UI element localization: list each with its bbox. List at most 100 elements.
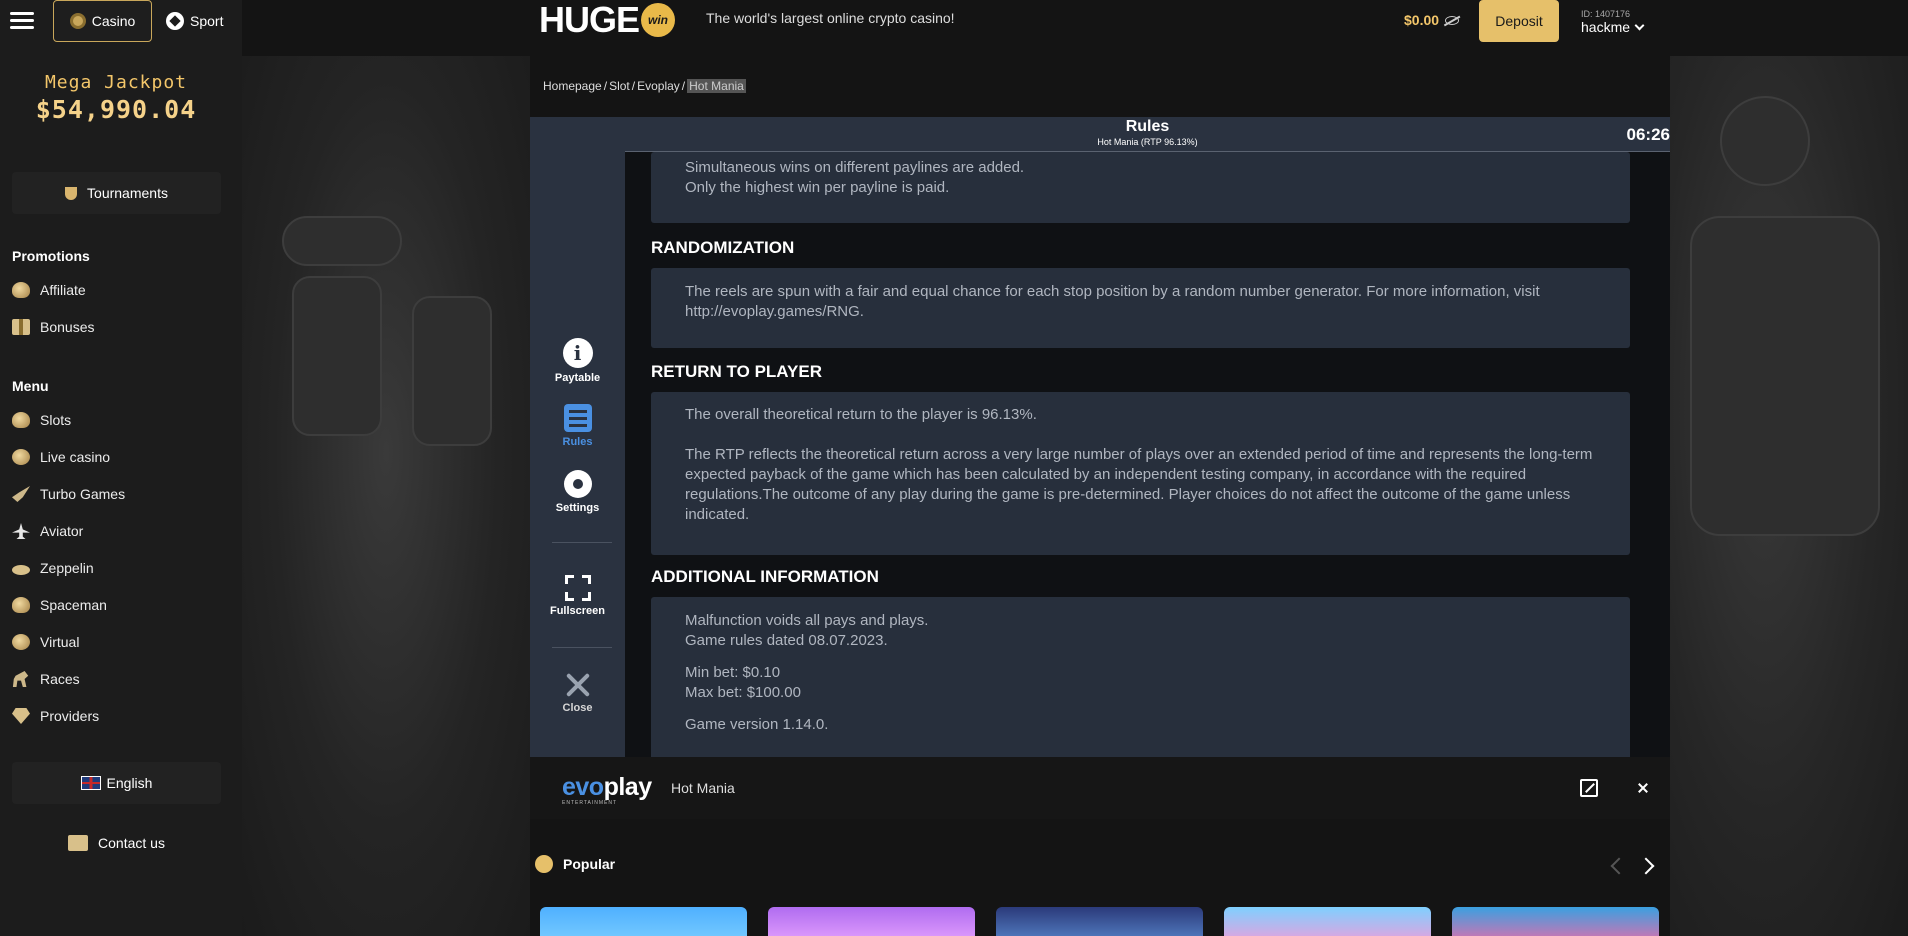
game-card[interactable] (1452, 907, 1659, 936)
fullscreen-toggle-icon[interactable] (1632, 778, 1652, 798)
sidebar-item-bonuses[interactable]: Bonuses (12, 316, 94, 338)
casino-tab-button[interactable]: Casino (53, 0, 152, 42)
user-menu[interactable]: hackme (1581, 19, 1645, 35)
rules-text: Max bet: $100.00 (685, 684, 801, 701)
breadcrumb-current: Hot Mania (687, 79, 746, 93)
trophy-icon (65, 186, 78, 200)
section-title-rtp: RETURN TO PLAYER (651, 362, 822, 381)
fullscreen-label: Fullscreen (549, 605, 606, 617)
gear-icon (563, 470, 592, 498)
rules-label: Rules (562, 436, 593, 448)
rules-text: Only the highest win per payline is paid… (685, 179, 950, 196)
rules-box-paylines: Simultaneous wins on different paylines … (651, 152, 1630, 223)
rules-text: Simultaneous wins on different paylines … (685, 159, 1025, 176)
info-icon: i (562, 338, 593, 368)
sidebar-item-label: Zeppelin (40, 560, 94, 576)
expand-icon[interactable] (1579, 778, 1599, 798)
deposit-button[interactable]: Deposit (1479, 0, 1559, 42)
rules-text: Game rules dated 08.07.2023. (685, 632, 888, 649)
sidebar-item-races[interactable]: Races (12, 668, 80, 690)
rules-subtitle: Hot Mania (RTP 96.13%) (1097, 137, 1198, 147)
background-slot-art-left (242, 56, 530, 936)
section-title-randomization: RANDOMIZATION (651, 238, 795, 257)
sidebar-item-label: Providers (40, 708, 100, 724)
game-card[interactable] (768, 907, 975, 936)
rocket-icon (12, 486, 30, 502)
spaceman-icon (12, 597, 30, 613)
mail-icon (68, 835, 89, 851)
settings-label: Settings (555, 502, 600, 514)
mega-jackpot: Mega Jackpot $54,990.04 (0, 72, 232, 124)
sidebar-item-live-casino[interactable]: Live casino (12, 446, 110, 468)
carousel-prev-icon[interactable] (1610, 857, 1628, 875)
game-name: Hot Mania (671, 780, 735, 796)
divider (552, 647, 612, 648)
section-title-additional: ADDITIONAL INFORMATION (651, 567, 879, 586)
sidebar-item-aviator[interactable]: Aviator (12, 520, 83, 542)
tournaments-button[interactable]: Tournaments (12, 172, 221, 214)
game-card[interactable] (996, 907, 1203, 936)
sidebar-item-label: Races (40, 671, 80, 687)
gift-icon (12, 319, 30, 335)
rules-title: Rules (1125, 118, 1170, 135)
contact-us-button[interactable]: Contact us (12, 825, 221, 861)
breadcrumb-slot[interactable]: Slot (609, 79, 630, 93)
jackpot-value: $54,990.04 (35, 95, 197, 124)
huge-win-logo[interactable]: HUGE win (539, 0, 676, 40)
breadcrumb-evoplay[interactable]: Evoplay (637, 79, 680, 93)
paytable-button[interactable]: i Paytable (530, 338, 625, 384)
user-id: ID: 1407176 (1581, 9, 1631, 19)
affiliate-icon (12, 282, 30, 298)
breadcrumb: Homepage / Slot / Evoplay / Hot Mania (543, 79, 746, 93)
carousel-next-icon[interactable] (1637, 857, 1655, 875)
balance-display[interactable]: $0.00 (1404, 12, 1460, 28)
balance-value: $0.00 (1404, 12, 1440, 28)
rules-box-additional: Malfunction voids all pays and plays. Ga… (651, 597, 1630, 757)
game-card[interactable] (1224, 907, 1431, 936)
rules-text: Game version 1.14.0. (685, 716, 829, 733)
sidebar-item-label: Slots (40, 412, 72, 428)
horse-icon (12, 671, 29, 687)
close-button[interactable]: Close (530, 672, 625, 714)
slots-icon (12, 412, 30, 428)
rules-text: Min bet: $0.10 (685, 664, 781, 681)
sidebar-item-turbo-games[interactable]: Turbo Games (12, 483, 125, 505)
game-card[interactable] (540, 907, 747, 936)
menu-title: Menu (12, 378, 49, 394)
sidebar-item-spaceman[interactable]: Spaceman (12, 594, 107, 616)
sport-tab-label: Sport (190, 13, 224, 29)
rules-box-randomization: The reels are spun with a fair and equal… (651, 268, 1630, 348)
fullscreen-button[interactable]: Fullscreen (530, 575, 625, 617)
page: Casino Sport Mega Jackpot $54,990.04 Tou… (0, 0, 1908, 936)
rules-text: The RTP reflects the theoretical return … (685, 446, 1593, 523)
rules-box-rtp: The overall theoretical return to the pl… (651, 392, 1630, 555)
fullscreen-icon (564, 575, 591, 601)
clock: 06:26 (1626, 125, 1670, 144)
breadcrumb-homepage[interactable]: Homepage (543, 79, 602, 93)
rules-content[interactable]: Simultaneous wins on different paylines … (625, 152, 1670, 757)
rules-header: Rules Hot Mania (RTP 96.13%) 06:26 (625, 117, 1670, 152)
hide-balance-eye-icon[interactable] (1445, 15, 1460, 25)
sidebar-item-providers[interactable]: Providers (12, 705, 99, 727)
casino-tab-label: Casino (91, 13, 136, 29)
evoplay-logo-sub: ENTERTAINMENT (562, 800, 618, 806)
top-left-controls: Casino Sport (0, 0, 242, 42)
chip-icon (12, 449, 30, 465)
sidebar-item-zeppelin[interactable]: Zeppelin (12, 557, 94, 579)
close-icon (565, 672, 591, 698)
sidebar: Casino Sport Mega Jackpot $54,990.04 Tou… (0, 0, 242, 936)
settings-button[interactable]: Settings (530, 470, 625, 514)
language-selector[interactable]: English (12, 762, 221, 804)
zeppelin-icon (12, 564, 30, 575)
sidebar-item-label: Bonuses (40, 319, 95, 335)
divider (552, 542, 612, 543)
rules-button[interactable]: Rules (530, 404, 625, 448)
language-label: English (106, 775, 153, 791)
hamburger-menu-icon[interactable] (10, 12, 34, 30)
sport-tab-button[interactable]: Sport (166, 8, 223, 34)
sidebar-item-slots[interactable]: Slots (12, 409, 71, 431)
sidebar-item-affiliate[interactable]: Affiliate (12, 279, 86, 301)
sidebar-item-virtual[interactable]: Virtual (12, 631, 79, 653)
game-footer: evoplay ENTERTAINMENT Hot Mania (530, 757, 1670, 819)
sidebar-item-label: Spaceman (40, 597, 107, 613)
